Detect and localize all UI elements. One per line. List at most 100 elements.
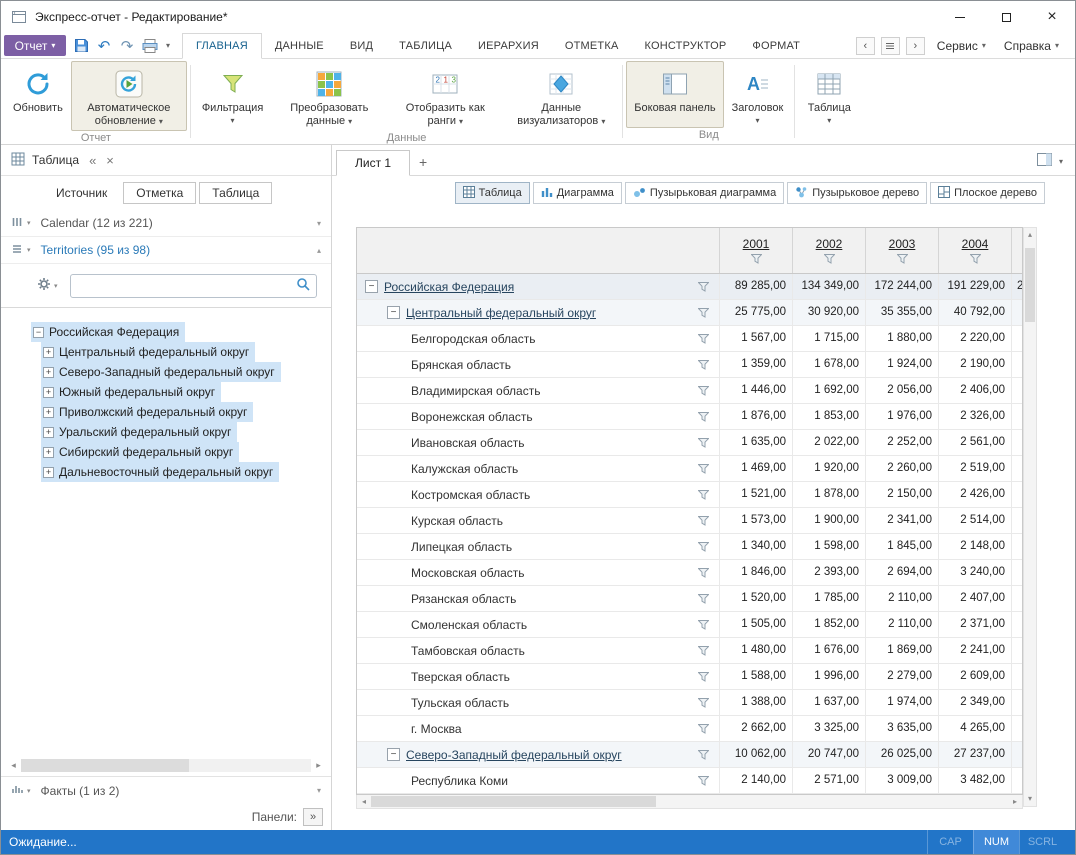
value-cell[interactable]: 2 148,00 bbox=[939, 534, 1012, 559]
tab-table[interactable]: Таблица bbox=[199, 182, 272, 204]
view-flat-tree-button[interactable]: Плоское дерево bbox=[930, 182, 1045, 204]
value-cell[interactable]: 20 747,00 bbox=[793, 742, 866, 767]
row-label[interactable]: Московская область bbox=[411, 566, 525, 580]
filter-icon[interactable] bbox=[698, 490, 709, 500]
table-button[interactable]: Таблица ▾ bbox=[798, 61, 860, 140]
tree-item[interactable]: +Приволжский федеральный округ bbox=[41, 402, 253, 422]
column-year-label[interactable]: 2001 bbox=[743, 237, 770, 251]
scroll-down-icon[interactable]: ▾ bbox=[1024, 792, 1036, 806]
value-cell[interactable]: 4 265,00 bbox=[939, 716, 1012, 741]
close-panel-button[interactable]: × bbox=[106, 153, 114, 168]
row-label[interactable]: Владимирская область bbox=[411, 384, 540, 398]
tab-source[interactable]: Источник bbox=[43, 182, 120, 204]
row-label[interactable]: Российская Федерация bbox=[384, 280, 514, 294]
row-header[interactable]: Смоленская область bbox=[357, 612, 720, 637]
filter-icon[interactable] bbox=[698, 308, 709, 318]
value-cell[interactable]: 2 252,00 bbox=[866, 430, 939, 455]
row-header[interactable]: Брянская область bbox=[357, 352, 720, 377]
tree-item[interactable]: +Центральный федеральный округ bbox=[41, 342, 255, 362]
auto-refresh-button[interactable]: Автоматическое обновление ▾ bbox=[71, 61, 187, 131]
scroll-right-icon[interactable]: ▸ bbox=[1008, 795, 1022, 808]
row-label[interactable]: Курская область bbox=[411, 514, 503, 528]
chevron-down-icon[interactable]: ▾ bbox=[27, 246, 31, 254]
chevron-down-icon[interactable]: ▾ bbox=[27, 219, 31, 227]
value-cell[interactable]: 1 573,00 bbox=[720, 508, 793, 533]
ribbon-tab-1[interactable]: ДАННЫЕ bbox=[262, 33, 337, 58]
expand-facts-icon[interactable]: ▾ bbox=[317, 786, 321, 795]
chevron-down-icon[interactable]: ▾ bbox=[1059, 157, 1063, 166]
row-header[interactable]: Калужская область bbox=[357, 456, 720, 481]
collapse-icon[interactable]: − bbox=[387, 306, 400, 319]
expand-icon[interactable]: + bbox=[43, 347, 54, 358]
row-label[interactable]: Липецкая область bbox=[411, 540, 512, 554]
filter-icon[interactable] bbox=[698, 334, 709, 344]
filter-icon[interactable] bbox=[698, 750, 709, 760]
value-cell[interactable]: 2 056,00 bbox=[866, 378, 939, 403]
scrollbar-thumb[interactable] bbox=[21, 759, 189, 772]
ribbon-tab-3[interactable]: ТАБЛИЦА bbox=[386, 33, 465, 58]
value-cell[interactable]: 2 694,00 bbox=[866, 560, 939, 585]
ribbon-tab-5[interactable]: ОТМЕТКА bbox=[552, 33, 632, 58]
value-cell[interactable]: 1 846,00 bbox=[720, 560, 793, 585]
row-header[interactable]: −Северо-Западный федеральный округ bbox=[357, 742, 720, 767]
value-cell[interactable]: 1 588,00 bbox=[720, 664, 793, 689]
value-cell[interactable]: 2 349,00 bbox=[939, 690, 1012, 715]
view-bubble-chart-button[interactable]: Пузырьковая диаграмма bbox=[625, 182, 784, 204]
tab-selection[interactable]: Отметка bbox=[123, 182, 196, 204]
value-cell[interactable]: 1 446,00 bbox=[720, 378, 793, 403]
minimize-button[interactable] bbox=[937, 1, 983, 33]
value-cell[interactable]: 1 388,00 bbox=[720, 690, 793, 715]
panel-layout-icon[interactable] bbox=[1037, 153, 1052, 169]
row-label[interactable]: Белгородская область bbox=[411, 332, 535, 346]
value-cell[interactable]: 1 678,00 bbox=[793, 352, 866, 377]
value-cell[interactable]: 1 852,00 bbox=[793, 612, 866, 637]
value-cell[interactable]: 1 976,00 bbox=[866, 404, 939, 429]
value-cell[interactable]: 2 609,00 bbox=[939, 664, 1012, 689]
filter-icon[interactable] bbox=[698, 412, 709, 422]
transform-data-button[interactable]: Преобразовать данные ▾ bbox=[271, 61, 387, 131]
tree-item[interactable]: +Сибирский федеральный округ bbox=[41, 442, 239, 462]
row-header[interactable]: Владимирская область bbox=[357, 378, 720, 403]
value-cell[interactable]: 25 775,00 bbox=[720, 300, 793, 325]
value-cell[interactable]: 3 009,00 bbox=[866, 768, 939, 793]
value-cell[interactable]: 1 567,00 bbox=[720, 326, 793, 351]
value-cell[interactable]: 1 480,00 bbox=[720, 638, 793, 663]
search-icon[interactable] bbox=[296, 277, 310, 294]
row-header[interactable]: Тверская область bbox=[357, 664, 720, 689]
row-label[interactable]: Рязанская область bbox=[411, 592, 516, 606]
row-label[interactable]: Костромская область bbox=[411, 488, 530, 502]
row-header[interactable]: Липецкая область bbox=[357, 534, 720, 559]
filter-icon[interactable] bbox=[698, 568, 709, 578]
value-cell[interactable]: 2 279,00 bbox=[866, 664, 939, 689]
expand-dimension-icon[interactable]: ▾ bbox=[317, 219, 321, 228]
value-cell[interactable]: 1 692,00 bbox=[793, 378, 866, 403]
row-header[interactable]: Белгородская область bbox=[357, 326, 720, 351]
collapse-icon[interactable]: − bbox=[33, 327, 44, 338]
view-bubble-tree-button[interactable]: Пузырьковое дерево bbox=[787, 182, 927, 204]
value-cell[interactable]: 2 407,00 bbox=[939, 586, 1012, 611]
filter-icon[interactable] bbox=[698, 646, 709, 656]
header-button[interactable]: A Заголовок ▾ bbox=[724, 61, 792, 128]
help-menu[interactable]: Справка▾ bbox=[998, 39, 1065, 53]
scrollbar-thumb[interactable] bbox=[1025, 248, 1035, 322]
value-cell[interactable]: 1 340,00 bbox=[720, 534, 793, 559]
value-cell[interactable]: 1 876,00 bbox=[720, 404, 793, 429]
row-label[interactable]: Воронежская область bbox=[411, 410, 533, 424]
chevron-down-icon[interactable]: ▾ bbox=[27, 787, 31, 795]
horizontal-scrollbar[interactable]: ◂ ▸ bbox=[356, 795, 1023, 809]
row-label[interactable]: Смоленская область bbox=[411, 618, 527, 632]
value-cell[interactable]: 1 880,00 bbox=[866, 326, 939, 351]
ribbon-tab-2[interactable]: ВИД bbox=[337, 33, 386, 58]
row-label[interactable]: Брянская область bbox=[411, 358, 511, 372]
value-cell[interactable]: 10 062,00 bbox=[720, 742, 793, 767]
value-cell[interactable]: 2 519,00 bbox=[939, 456, 1012, 481]
value-cell[interactable]: 2 406,00 bbox=[939, 378, 1012, 403]
filter-icon[interactable] bbox=[698, 438, 709, 448]
value-cell[interactable]: 2 241,00 bbox=[939, 638, 1012, 663]
undo-button[interactable]: ↶ bbox=[93, 35, 115, 57]
view-table-button[interactable]: Таблица bbox=[455, 182, 530, 204]
column-year-label[interactable]: 2002 bbox=[816, 237, 843, 251]
value-cell[interactable]: 1 469,00 bbox=[720, 456, 793, 481]
value-cell[interactable]: 3 240,00 bbox=[939, 560, 1012, 585]
dimension-territories[interactable]: ▾ Territories (95 из 98) ▴ bbox=[1, 237, 331, 264]
